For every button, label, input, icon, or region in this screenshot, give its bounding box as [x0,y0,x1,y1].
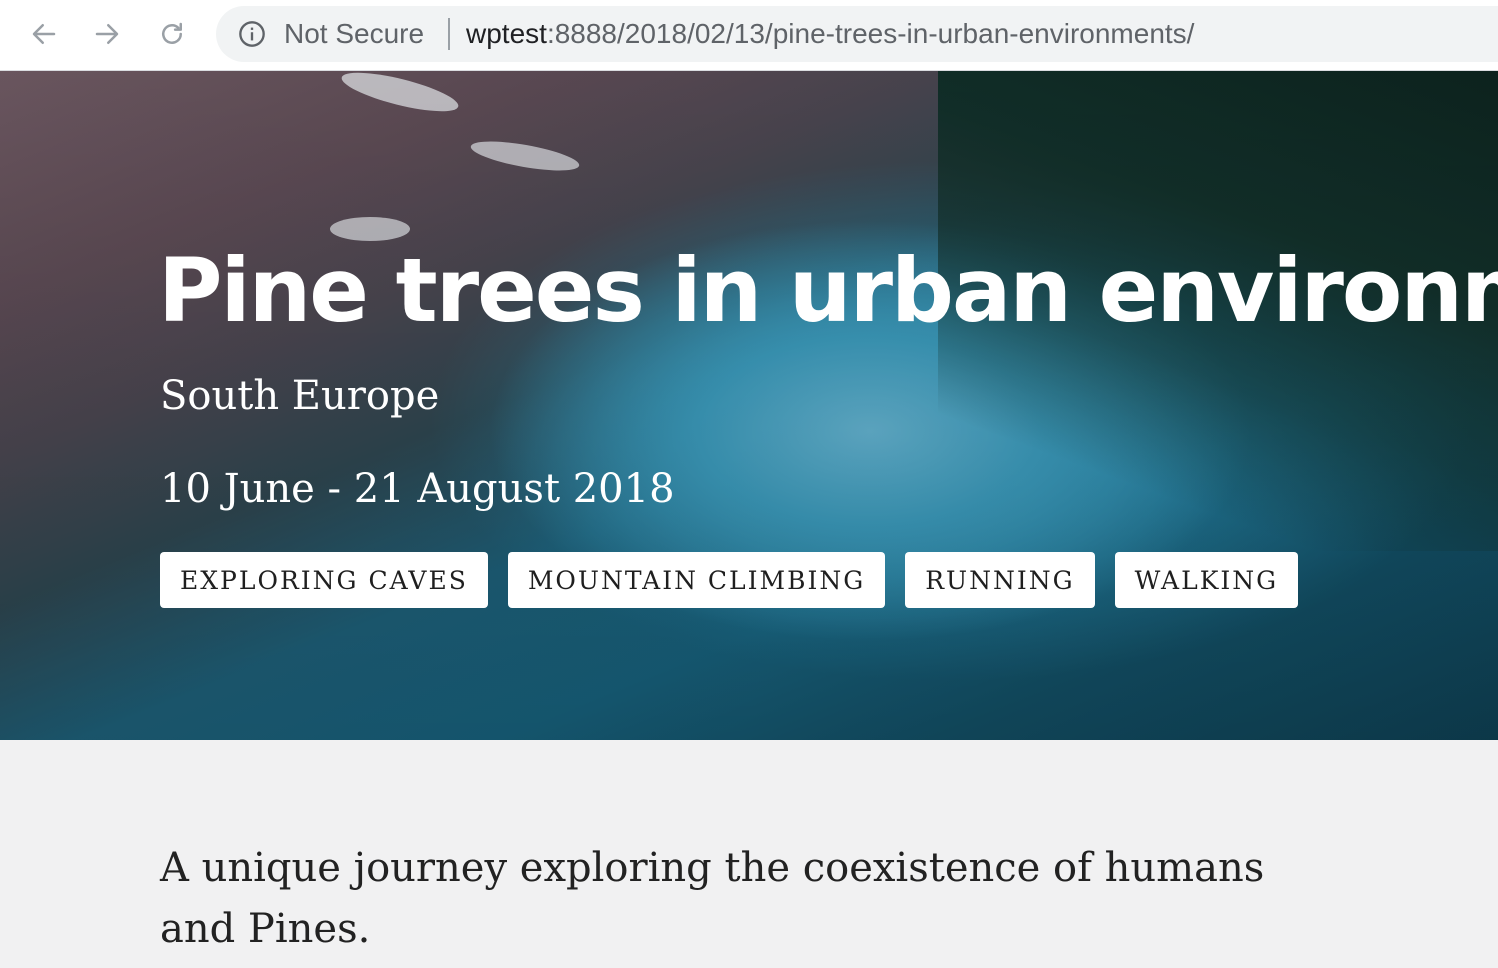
hero-banner: Pine trees in urban environments South E… [0,71,1498,740]
arrow-left-icon [32,24,56,44]
date-range: 10 June - 21 August 2018 [160,466,675,512]
tag-walking[interactable]: WALKING [1114,552,1299,608]
tag-exploring-caves[interactable]: EXPLORING CAVES [160,552,488,608]
divider [448,18,450,50]
reload-icon [162,22,182,44]
back-button[interactable] [26,16,62,52]
location-text: South Europe [160,373,440,419]
url-host: wptest [466,18,547,49]
url-path: :8888/2018/02/13/pine-trees-in-urban-env… [546,18,1195,49]
tag-mountain-climbing[interactable]: MOUNTAIN CLIMBING [507,552,886,608]
forward-button[interactable] [89,16,125,52]
browser-toolbar: Not Secure wptest:8888/2018/02/13/pine-t… [0,0,1498,71]
arrow-right-icon [95,24,119,44]
security-status[interactable]: Not Secure [284,19,424,49]
address-bar[interactable]: Not Secure wptest:8888/2018/02/13/pine-t… [216,6,1498,62]
info-icon[interactable] [238,20,266,48]
lead-paragraph: A unique journey exploring the coexisten… [160,845,1265,952]
url-text[interactable]: wptest:8888/2018/02/13/pine-trees-in-urb… [466,19,1194,49]
reload-button[interactable] [154,16,190,52]
tag-running[interactable]: RUNNING [905,552,1095,608]
page-title: Pine trees in urban environments [158,239,1498,342]
tag-list: EXPLORING CAVES MOUNTAIN CLIMBING RUNNIN… [160,552,1299,608]
